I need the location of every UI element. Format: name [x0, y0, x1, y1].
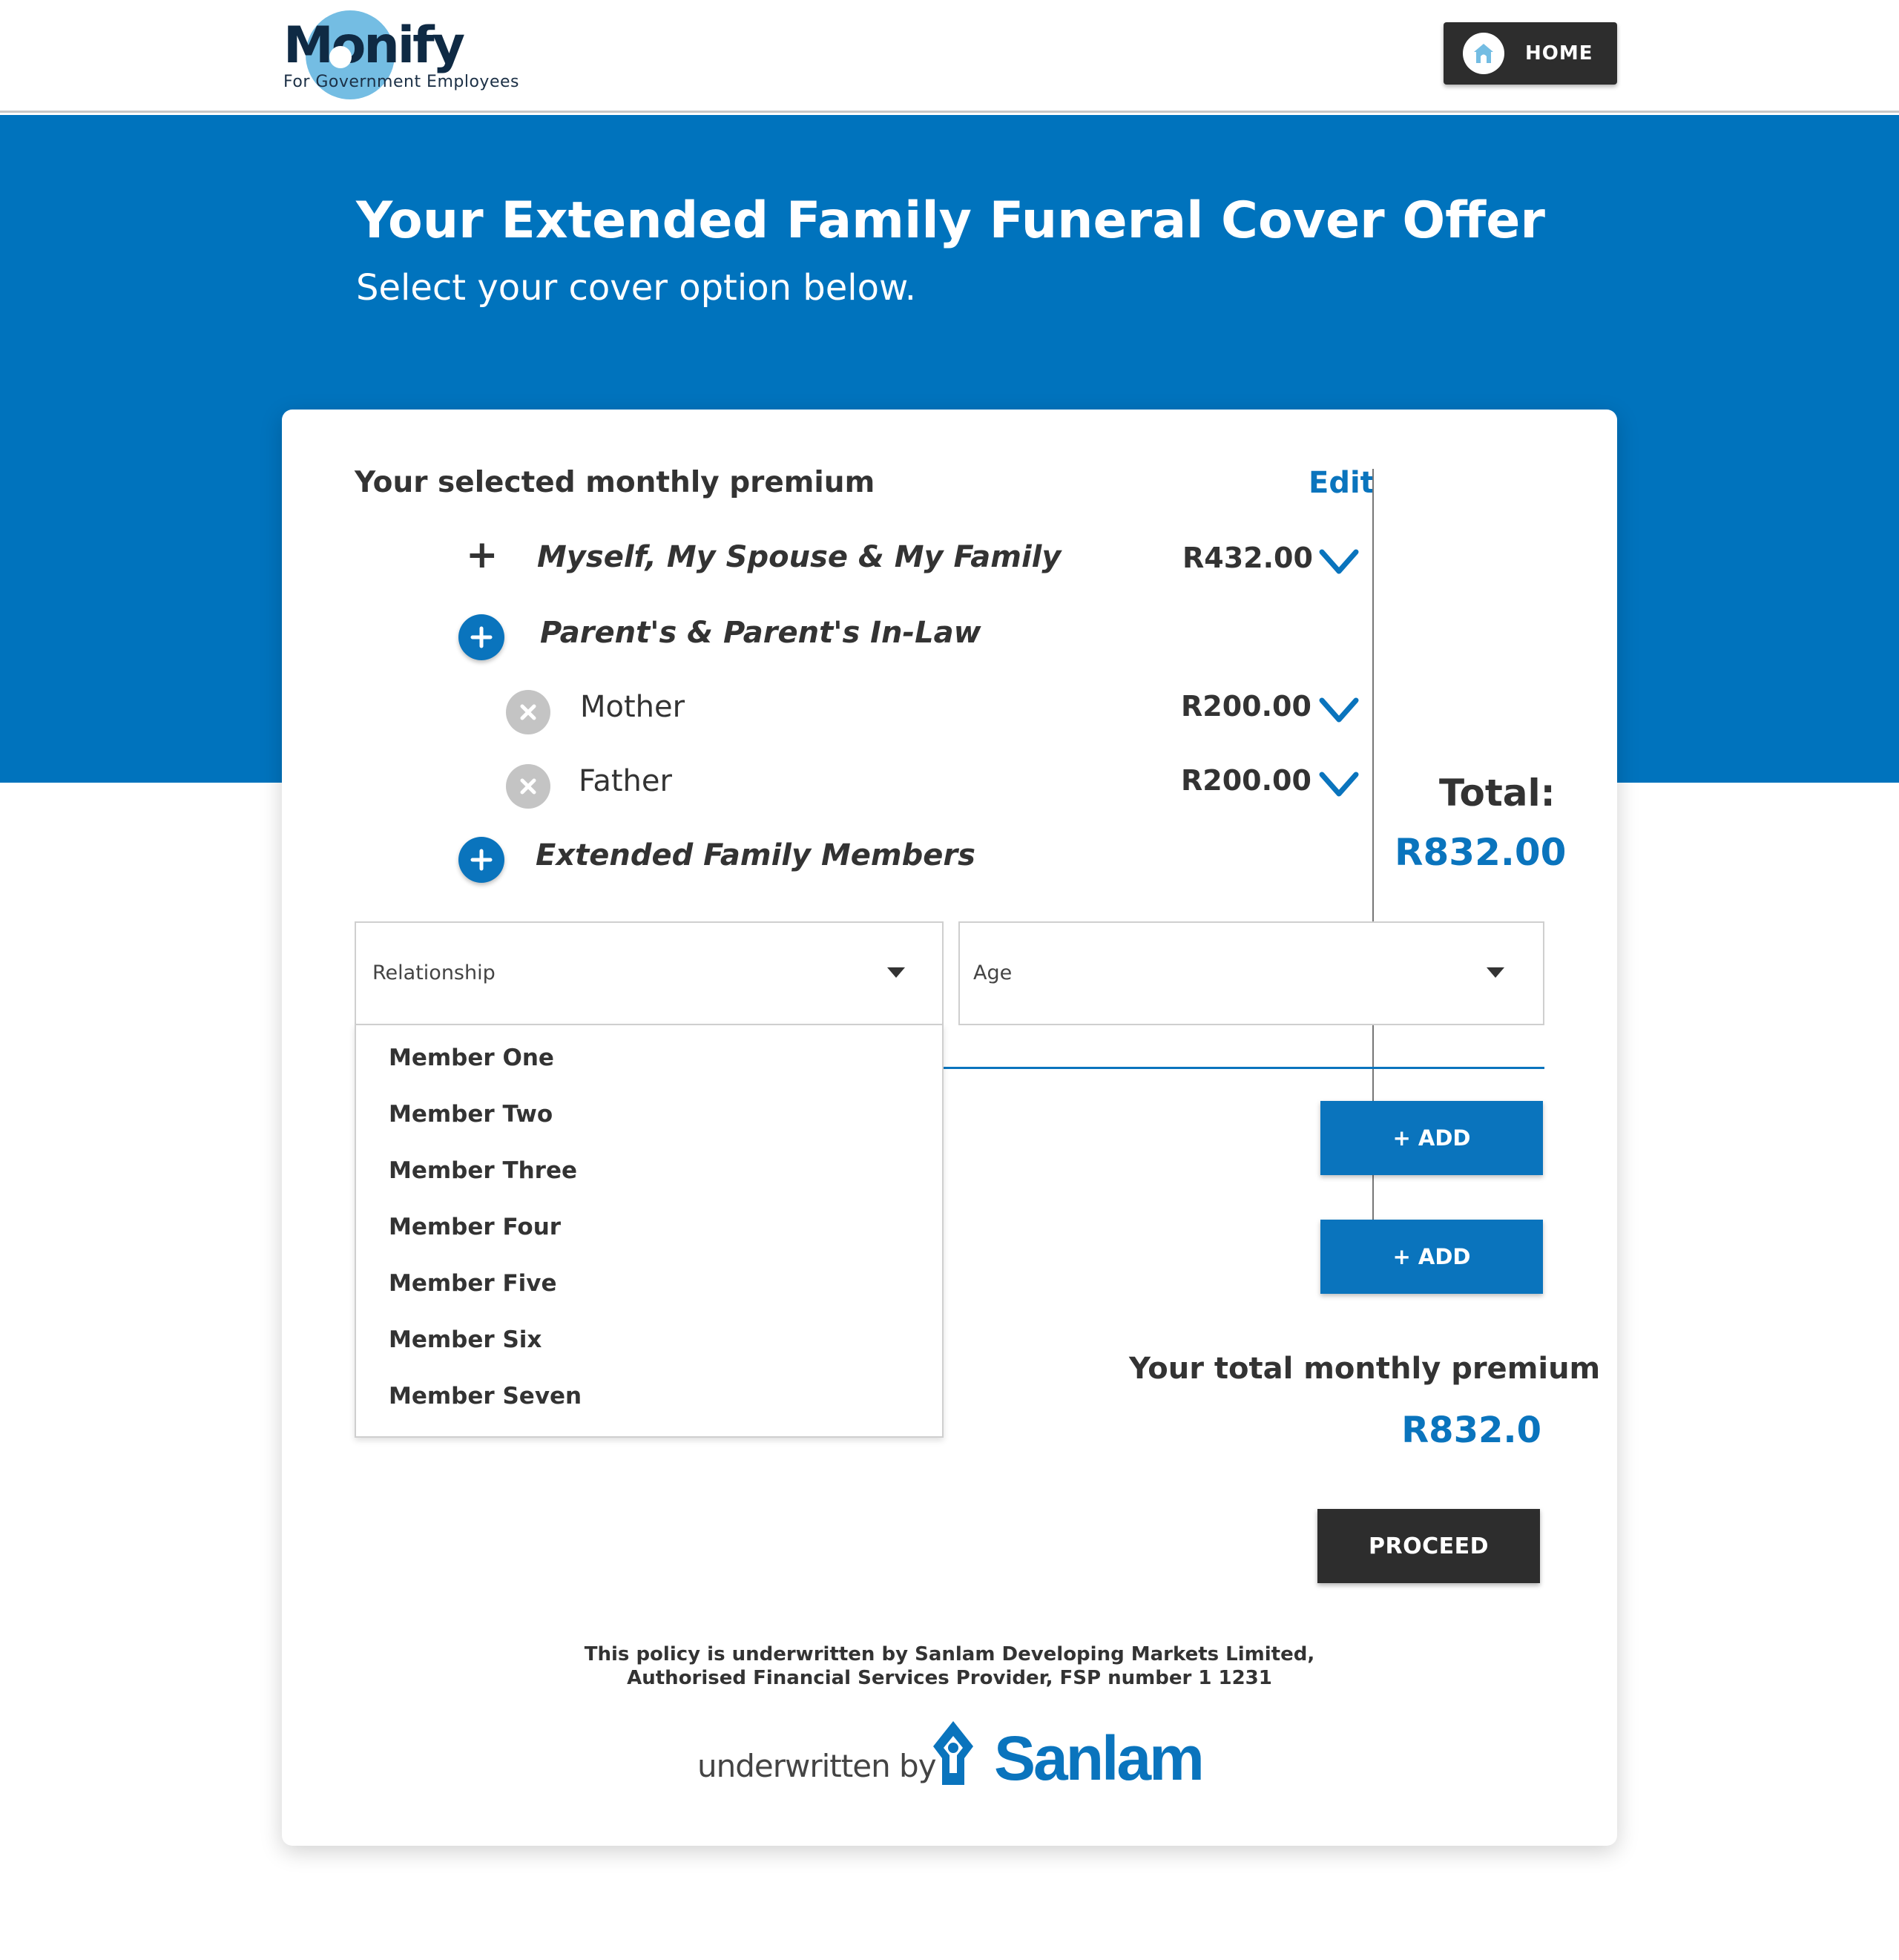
- remove-circle-icon[interactable]: [506, 690, 550, 734]
- relationship-option[interactable]: Member Four: [389, 1214, 561, 1240]
- relationship-option[interactable]: Member Six: [389, 1326, 542, 1353]
- total-label: Total:: [1439, 772, 1556, 815]
- underwritten-by-text: underwritten by: [697, 1748, 937, 1784]
- relationship-select[interactable]: Relationship: [355, 921, 944, 1025]
- proceed-button[interactable]: PROCEED: [1317, 1509, 1540, 1583]
- cover-row-price-father: R200.00: [1181, 764, 1311, 797]
- top-bar: Monify For Government Employees HOME: [0, 0, 1899, 113]
- logo-dot-shape: [329, 46, 352, 68]
- sanlam-logo-text: Sanlam: [994, 1723, 1205, 1793]
- cover-row-label-father: Father: [579, 764, 672, 798]
- home-button[interactable]: HOME: [1444, 22, 1617, 85]
- relationship-option[interactable]: Member Five: [389, 1270, 557, 1297]
- total-value: R832.00: [1395, 831, 1567, 874]
- age-select-placeholder: Age: [973, 961, 1013, 984]
- cover-row-price-self-family: R432.00: [1182, 542, 1313, 574]
- total-monthly-premium-label: Your total monthly premium: [1129, 1352, 1601, 1386]
- home-button-label: HOME: [1525, 42, 1593, 65]
- disclaimer-line: This policy is underwritten by Sanlam De…: [584, 1643, 1315, 1665]
- monify-logo[interactable]: Monify For Government Employees: [283, 10, 521, 99]
- age-select[interactable]: Age: [958, 921, 1544, 1025]
- add-member-button[interactable]: + ADD: [1320, 1220, 1543, 1294]
- chevron-down-icon[interactable]: [1319, 547, 1359, 577]
- home-icon: [1463, 33, 1504, 74]
- relationship-dropdown-menu: Member One Member Two Member Three Membe…: [355, 1024, 944, 1438]
- logo-wordmark: Monify: [283, 16, 465, 75]
- cover-row-price-mother: R200.00: [1181, 690, 1311, 723]
- add-circle-icon[interactable]: [458, 614, 504, 660]
- cover-row-label-mother: Mother: [580, 690, 685, 724]
- form-underline: [944, 1067, 1544, 1069]
- relationship-option[interactable]: Member Seven: [389, 1383, 582, 1410]
- relationship-select-placeholder: Relationship: [372, 961, 496, 984]
- underwriter-disclaimer: This policy is underwritten by Sanlam De…: [282, 1642, 1617, 1690]
- page-subtitle: Select your cover option below.: [356, 267, 917, 309]
- total-monthly-premium-value: R832.0: [1401, 1410, 1541, 1451]
- cover-row-label-extended: Extended Family Members: [536, 838, 975, 872]
- cover-row-label-self-family: Myself, My Spouse & My Family: [537, 540, 1062, 574]
- sanlam-shield-icon: [933, 1721, 973, 1785]
- caret-down-icon: [1487, 967, 1504, 978]
- edit-link[interactable]: Edit: [1309, 466, 1375, 500]
- plus-icon[interactable]: +: [466, 536, 498, 574]
- add-circle-icon[interactable]: [458, 837, 504, 883]
- page-title: Your Extended Family Funeral Cover Offer: [356, 191, 1545, 250]
- caret-down-icon: [887, 967, 905, 978]
- logo-tagline: For Government Employees: [283, 73, 519, 91]
- cover-row-label-parents: Parent's & Parent's In-Law: [540, 616, 981, 650]
- selected-premium-heading: Your selected monthly premium: [355, 466, 875, 499]
- relationship-option[interactable]: Member Two: [389, 1101, 553, 1128]
- chevron-down-icon[interactable]: [1319, 696, 1359, 726]
- offer-card: Your selected monthly premium Edit + Mys…: [282, 410, 1617, 1846]
- remove-circle-icon[interactable]: [506, 764, 550, 809]
- relationship-option[interactable]: Member One: [389, 1045, 554, 1071]
- chevron-down-icon[interactable]: [1319, 770, 1359, 800]
- relationship-option[interactable]: Member Three: [389, 1157, 577, 1184]
- add-member-button[interactable]: + ADD: [1320, 1101, 1543, 1175]
- disclaimer-line: Authorised Financial Services Provider, …: [627, 1667, 1272, 1689]
